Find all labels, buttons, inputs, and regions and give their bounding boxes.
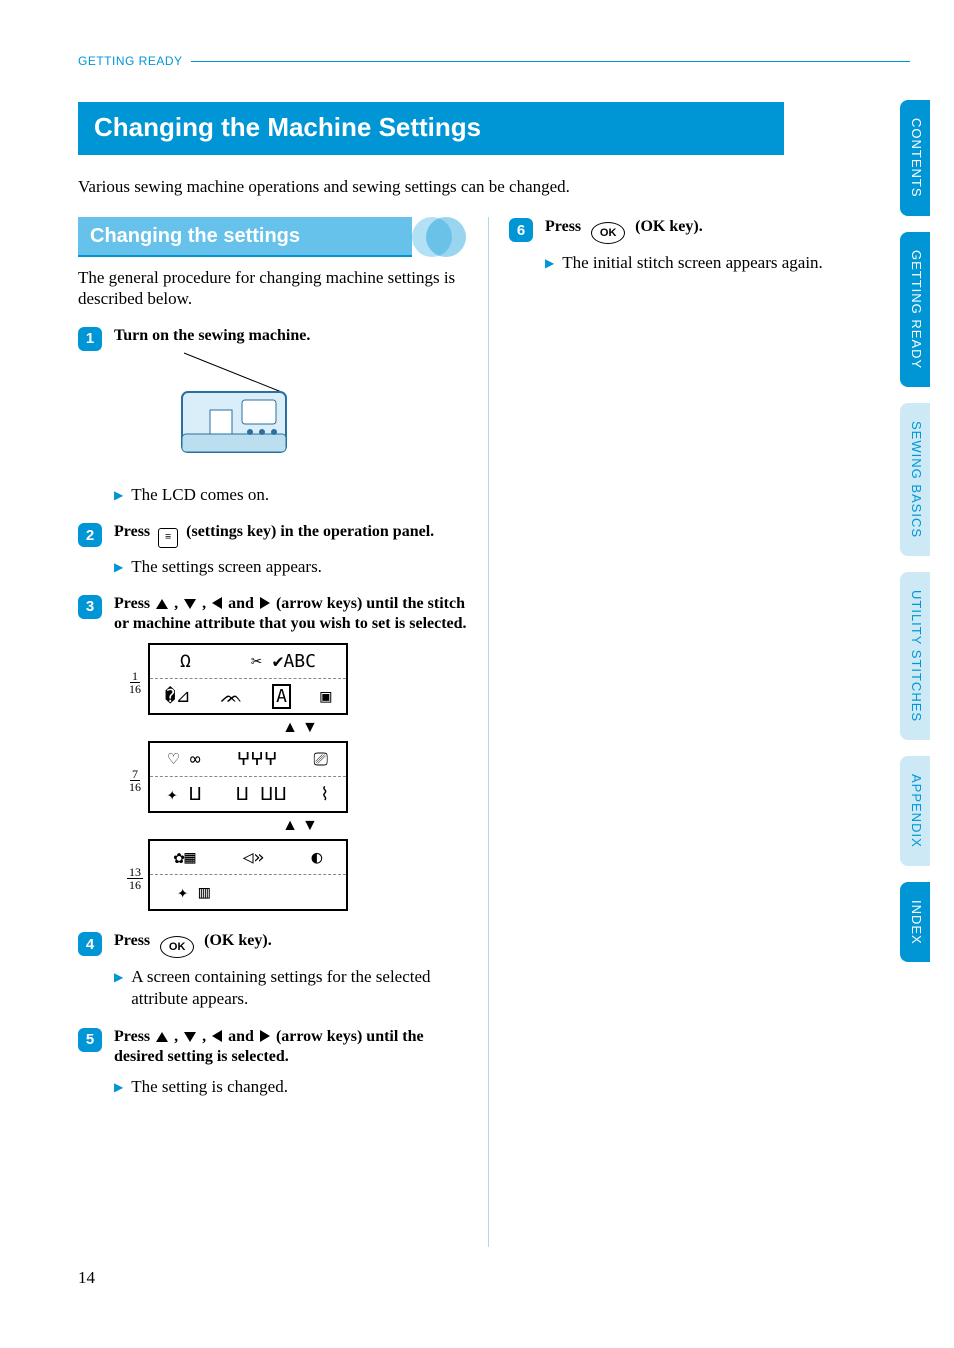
intro-text: Various sewing machine operations and se…	[78, 177, 858, 197]
nav-arrows-icon: ▲ ▼	[126, 719, 474, 737]
step-1-head: Turn on the sewing machine.	[114, 327, 310, 344]
side-nav-tabs: CONTENTS GETTING READY SEWING BASICS UTI…	[900, 100, 930, 962]
result-arrow-icon: ▶	[114, 560, 123, 576]
step-badge: 3	[78, 595, 102, 619]
lcd-screen-2: ♡ ∞ⵖⵖⵖ⎚ ✦ ⵡⵡ ⵡⵡ⌇	[148, 741, 348, 813]
lcd-page-2-fraction: 716	[126, 768, 144, 793]
down-arrow-icon	[184, 1032, 196, 1042]
page-title: Changing the Machine Settings	[94, 112, 481, 142]
left-column: Changing the settings The general proced…	[78, 217, 474, 1247]
settings-key-icon	[158, 528, 178, 548]
step-5-head: Press , , and (arrow keys) until the des…	[114, 1028, 424, 1066]
left-arrow-icon	[212, 597, 222, 609]
up-arrow-icon	[156, 599, 168, 609]
right-column: 6 Press OK (OK key). ▶ The initial stitc…	[488, 217, 884, 1247]
step-1-result: ▶ The LCD comes on.	[114, 484, 474, 506]
result-arrow-icon: ▶	[114, 970, 123, 986]
result-arrow-icon: ▶	[545, 256, 554, 272]
step-5-result: ▶ The setting is changed.	[114, 1076, 474, 1098]
page-title-bar: Changing the Machine Settings	[78, 102, 784, 155]
subintro-text: The general procedure for changing machi…	[78, 267, 474, 310]
step-2-result: ▶ The settings screen appears.	[114, 556, 474, 578]
lcd-page-1-fraction: 116	[126, 670, 144, 695]
step-6-head: Press OK (OK key).	[545, 218, 703, 235]
tab-appendix[interactable]: APPENDIX	[900, 756, 930, 866]
subheading: Changing the settings	[90, 225, 300, 247]
section-label: GETTING READY	[78, 54, 183, 68]
up-arrow-icon	[156, 1032, 168, 1042]
down-arrow-icon	[184, 599, 196, 609]
tab-contents[interactable]: CONTENTS	[900, 100, 930, 216]
step-6-result: ▶ The initial stitch screen appears agai…	[545, 252, 884, 274]
swoosh-decoration-icon	[412, 217, 466, 257]
step-badge: 4	[78, 932, 102, 956]
lcd-screens-illustration: 116 Ω✂ ✔ABC �⊿ᨏA▣ ▲ ▼ 716 ♡ ∞ⵖⵖⵖ⎚ ✦ ⵡⵡ ⵡ…	[126, 643, 474, 917]
ok-key-icon: OK	[591, 222, 625, 244]
lcd-screen-3: ✿▦◁»◐ ✦ ▥	[148, 839, 348, 911]
step-1: 1 Turn on the sewing machine.	[78, 326, 474, 477]
right-arrow-icon	[260, 1030, 270, 1042]
step-4-result: ▶ A screen containing settings for the s…	[114, 966, 474, 1010]
step-2-head: Press (settings key) in the operation pa…	[114, 523, 434, 540]
step-5: 5 Press , , and (arrow keys) until the d…	[78, 1027, 474, 1069]
right-arrow-icon	[260, 597, 270, 609]
subheading-bar: Changing the settings	[78, 217, 412, 257]
step-3: 3 Press , , and (arrow keys) until the s…	[78, 594, 474, 636]
tab-sewing-basics[interactable]: SEWING BASICS	[900, 403, 930, 556]
step-badge: 5	[78, 1028, 102, 1052]
nav-arrows-icon: ▲ ▼	[126, 817, 474, 835]
header-rule	[191, 61, 910, 62]
lcd-screen-1: Ω✂ ✔ABC �⊿ᨏA▣	[148, 643, 348, 715]
step-badge: 2	[78, 523, 102, 547]
section-header: GETTING READY	[78, 54, 910, 68]
step-6: 6 Press OK (OK key).	[509, 217, 884, 244]
left-arrow-icon	[212, 1030, 222, 1042]
sewing-machine-icon	[154, 348, 324, 468]
step-badge: 1	[78, 327, 102, 351]
result-arrow-icon: ▶	[114, 488, 123, 504]
lcd-page-3-fraction: 1316	[126, 866, 144, 891]
step-2: 2 Press (settings key) in the operation …	[78, 522, 474, 547]
tab-index[interactable]: INDEX	[900, 882, 930, 963]
tab-getting-ready[interactable]: GETTING READY	[900, 232, 930, 387]
step-badge: 6	[509, 218, 533, 242]
page-number: 14	[78, 1268, 95, 1288]
tab-utility-stitches[interactable]: UTILITY STITCHES	[900, 572, 930, 740]
step-4-head: Press OK (OK key).	[114, 932, 272, 949]
result-arrow-icon: ▶	[114, 1080, 123, 1096]
step-4: 4 Press OK (OK key).	[78, 931, 474, 958]
ok-key-icon: OK	[160, 936, 194, 958]
step-3-head: Press , , and (arrow keys) until the sti…	[114, 595, 467, 633]
